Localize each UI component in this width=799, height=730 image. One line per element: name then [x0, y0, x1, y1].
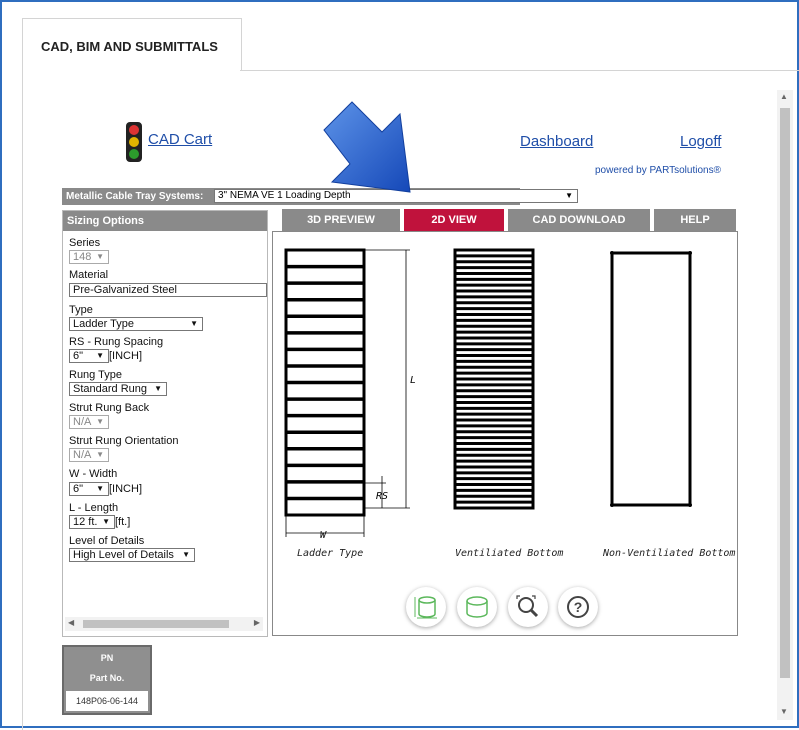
- chevron-down-icon: ▼: [565, 191, 573, 200]
- scroll-right-icon[interactable]: ▶: [254, 618, 260, 627]
- horizontal-scrollbar[interactable]: ◀ ▶: [65, 617, 263, 631]
- pn-label: PN: [100, 653, 114, 663]
- tab-help[interactable]: HELP: [654, 209, 736, 231]
- tray-view-button[interactable]: [457, 587, 497, 627]
- zoom-icon: [516, 595, 539, 618]
- series-selector-bar: Metallic Cable Tray Systems: 3" NEMA VE …: [62, 188, 578, 205]
- svg-text:?: ?: [574, 599, 583, 615]
- tab-cad-download-label: CAD DOWNLOAD: [532, 214, 626, 226]
- tab-3d-preview[interactable]: 3D PREVIEW: [282, 209, 400, 231]
- dim-w-label: W: [320, 530, 327, 541]
- level-of-details-dropdown[interactable]: High Level of Details ▼: [69, 548, 195, 562]
- rung-type-value: Standard Rung: [73, 383, 147, 395]
- measure-tray-button[interactable]: [406, 587, 446, 627]
- width-dropdown[interactable]: 6" ▼: [69, 482, 109, 496]
- scroll-up-icon[interactable]: ▲: [780, 92, 788, 101]
- width-unit: [INCH]: [109, 483, 142, 495]
- series-dropdown-value: 148: [73, 251, 92, 263]
- tray-measure-icon: [414, 596, 437, 619]
- ladder-type-drawing: L RS W: [284, 248, 416, 541]
- rung-spacing-unit: [INCH]: [109, 350, 142, 362]
- rung-type-label: Rung Type: [69, 369, 123, 381]
- dashboard-link[interactable]: Dashboard: [520, 133, 593, 150]
- width-label: W - Width: [69, 468, 118, 480]
- scrollbar-thumb[interactable]: [83, 620, 229, 628]
- tab-2d-view[interactable]: 2D VIEW: [404, 209, 504, 231]
- sizing-options-header: Sizing Options: [63, 211, 267, 231]
- material-value: Pre-Galvanized Steel: [73, 284, 177, 296]
- traffic-light-icon[interactable]: [126, 122, 142, 162]
- drawing-canvas: L RS W: [284, 248, 692, 541]
- caption-ventilated-bottom: Ventiliated Bottom: [455, 548, 564, 559]
- length-value: 12 ft.: [73, 516, 98, 528]
- ventilated-bottom-drawing: [453, 248, 535, 510]
- dim-l-label: L: [410, 375, 416, 386]
- length-unit: [ft.]: [115, 516, 131, 528]
- series-dropdown[interactable]: 148 ▼: [69, 250, 109, 264]
- rung-spacing-label: RS - Rung Spacing: [69, 336, 164, 348]
- strut-rung-orientation-value: N/A: [73, 449, 92, 461]
- caption-non-ventilated-bottom: Non-Ventiliated Bottom: [603, 548, 736, 559]
- tab-help-label: HELP: [680, 214, 710, 226]
- length-dropdown[interactable]: 12 ft. ▼: [69, 515, 115, 529]
- scroll-down-icon[interactable]: ▼: [780, 707, 788, 716]
- vertical-scrollbar[interactable]: ▲ ▼: [777, 90, 793, 720]
- tab-3d-preview-label: 3D PREVIEW: [307, 214, 375, 226]
- annotation-arrow-icon: [323, 101, 411, 193]
- rung-type-dropdown[interactable]: Standard Rung ▼: [69, 382, 167, 396]
- chevron-down-icon: ▼: [96, 252, 104, 261]
- sizing-options-title: Sizing Options: [67, 215, 144, 227]
- dim-rs-label: RS: [376, 491, 388, 502]
- powered-by-text: powered by PARTsolutions®: [595, 165, 721, 176]
- level-of-details-value: High Level of Details: [73, 549, 174, 561]
- sizing-options-panel: Sizing Options Series 148 ▼ Material Pre-…: [62, 210, 268, 637]
- non-ventilated-bottom-drawing: [610, 251, 692, 507]
- series-selector-label: Metallic Cable Tray Systems:: [66, 191, 204, 202]
- material-label: Material: [69, 269, 109, 281]
- strut-rung-orientation-label: Strut Rung Orientation: [69, 435, 179, 447]
- material-field[interactable]: Pre-Galvanized Steel: [69, 283, 267, 297]
- tray-icon: [466, 596, 488, 618]
- cad-cart-link[interactable]: CAD Cart: [148, 131, 212, 148]
- part-number-value[interactable]: 148P06-06-144: [66, 691, 148, 711]
- part-number-box: PN Part No. 148P06-06-144: [62, 645, 152, 715]
- content-border: [22, 70, 23, 730]
- tab-label: CAD, BIM AND SUBMITTALS: [41, 39, 218, 54]
- type-dropdown[interactable]: Ladder Type ▼: [69, 317, 203, 331]
- rung-spacing-dropdown[interactable]: 6" ▼: [69, 349, 109, 363]
- width-value: 6": [73, 483, 84, 495]
- tab-2d-view-label: 2D VIEW: [431, 214, 477, 226]
- level-of-details-label: Level of Details: [69, 535, 145, 547]
- length-label: L - Length: [69, 502, 119, 514]
- chevron-down-icon: ▼: [96, 450, 104, 459]
- rung-spacing-value: 6": [73, 350, 84, 362]
- question-icon: ?: [567, 596, 589, 618]
- help-button[interactable]: ?: [558, 587, 598, 627]
- strut-rung-back-label: Strut Rung Back: [69, 402, 150, 414]
- strut-rung-back-value: N/A: [73, 416, 92, 428]
- tab-cad-download[interactable]: CAD DOWNLOAD: [508, 209, 650, 231]
- chevron-down-icon: ▼: [182, 550, 190, 559]
- strut-rung-back-dropdown[interactable]: N/A ▼: [69, 415, 109, 429]
- chevron-down-icon: ▼: [154, 384, 162, 393]
- scroll-left-icon[interactable]: ◀: [68, 618, 74, 627]
- type-label: Type: [69, 304, 93, 316]
- tab-divider: [240, 70, 799, 71]
- caption-ladder-type: Ladder Type: [297, 548, 364, 559]
- chevron-down-icon: ▼: [96, 484, 104, 493]
- tab-cad-bim-submittals[interactable]: CAD, BIM AND SUBMITTALS: [22, 18, 242, 71]
- part-no-label: Part No.: [89, 673, 125, 683]
- chevron-down-icon: ▼: [96, 417, 104, 426]
- logoff-link[interactable]: Logoff: [680, 133, 721, 150]
- series-label: Series: [69, 237, 101, 249]
- type-dropdown-value: Ladder Type: [73, 318, 134, 330]
- strut-rung-orientation-dropdown[interactable]: N/A ▼: [69, 448, 109, 462]
- chevron-down-icon: ▼: [190, 319, 198, 328]
- chevron-down-icon: ▼: [102, 517, 110, 526]
- scrollbar-thumb[interactable]: [780, 108, 790, 678]
- chevron-down-icon: ▼: [96, 351, 104, 360]
- zoom-fit-button[interactable]: [508, 587, 548, 627]
